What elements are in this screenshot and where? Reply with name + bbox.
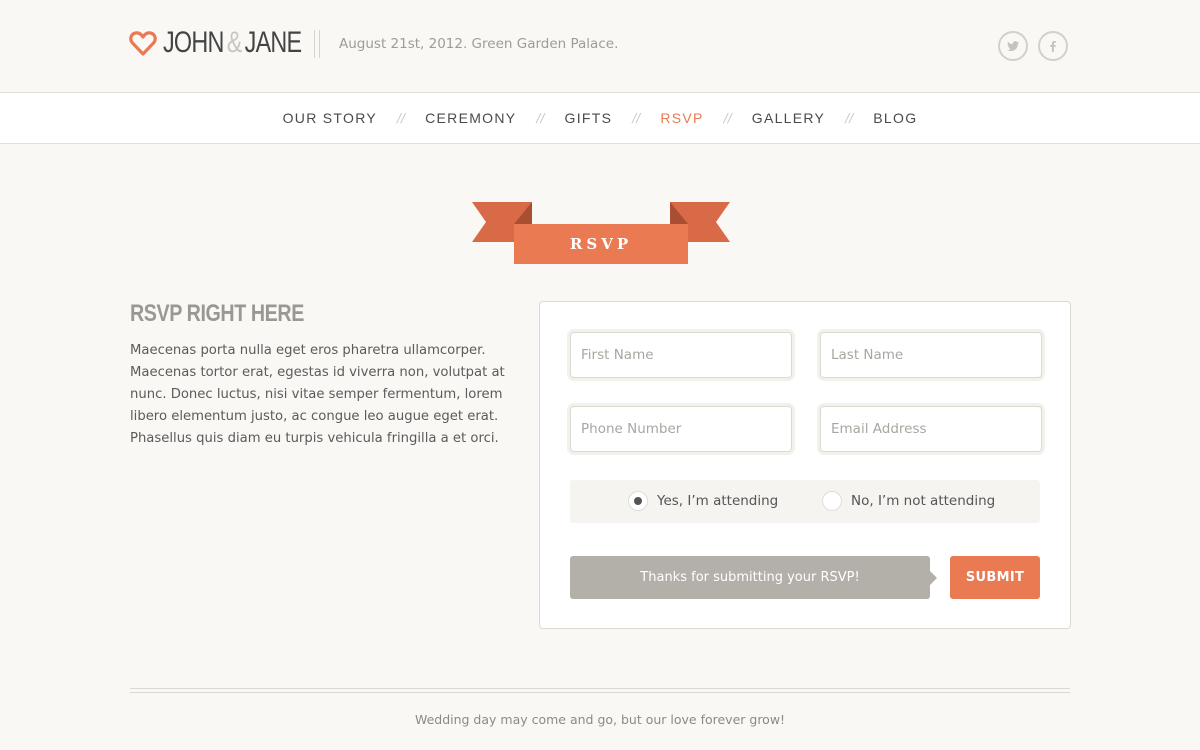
nav-item-rsvp[interactable]: RSVP — [660, 110, 703, 126]
nav-list: OUR STORY // CEREMONY // GIFTS // RSVP /… — [0, 93, 1200, 143]
heart-icon — [129, 31, 157, 56]
last-name-input[interactable] — [820, 332, 1042, 378]
attending-yes-option[interactable]: Yes, I’m attending — [628, 491, 778, 511]
logo-name-left: JOHN — [163, 26, 224, 59]
facebook-button[interactable] — [1038, 31, 1068, 61]
ribbon-label: RSVP — [569, 235, 633, 253]
rsvp-form: Yes, I’m attending No, I’m not attending… — [539, 301, 1071, 629]
main-nav: OUR STORY // CEREMONY // GIFTS // RSVP /… — [0, 92, 1200, 144]
rsvp-description: Maecenas porta nulla eget eros pharetra … — [130, 343, 505, 446]
submit-button[interactable]: SUBMIT — [950, 556, 1040, 599]
logo-text: JOHN & JANE — [163, 26, 302, 60]
attending-yes-label: Yes, I’m attending — [657, 493, 779, 509]
site-logo[interactable]: JOHN & JANE — [129, 26, 340, 60]
nav-separator: // — [397, 111, 406, 125]
nav-item-gifts[interactable]: GIFTS — [565, 110, 613, 126]
email-input[interactable] — [820, 406, 1042, 452]
twitter-button[interactable] — [998, 31, 1028, 61]
nav-separator: // — [632, 111, 641, 125]
rsvp-heading: RSVP RIGHT HERE — [130, 300, 304, 327]
status-message: Thanks for submitting your RSVP! — [570, 556, 937, 599]
header-tagline: August 21st, 2012. Green Garden Palace. — [339, 36, 619, 52]
header-divider — [314, 30, 320, 58]
nav-item-gallery[interactable]: GALLERY — [752, 110, 825, 126]
phone-input[interactable] — [570, 406, 792, 452]
nav-separator: // — [536, 111, 545, 125]
nav-item-our-story[interactable]: OUR STORY — [283, 110, 377, 126]
attending-no-option[interactable]: No, I’m not attending — [822, 491, 995, 511]
nav-item-ceremony[interactable]: CEREMONY — [425, 110, 516, 126]
attending-no-label: No, I’m not attending — [851, 493, 996, 509]
attending-yes-radio[interactable] — [628, 491, 648, 511]
nav-item-blog[interactable]: BLOG — [873, 110, 917, 126]
twitter-icon — [1007, 41, 1020, 52]
footer-divider — [130, 688, 1070, 693]
logo-ampersand: & — [226, 26, 243, 59]
nav-separator: // — [845, 111, 854, 125]
section-ribbon: RSVP — [472, 202, 730, 264]
facebook-icon — [1050, 41, 1056, 52]
logo-name-right: JANE — [244, 26, 302, 59]
attendance-radio-group: Yes, I’m attending No, I’m not attending — [570, 480, 1040, 523]
attending-no-radio[interactable] — [822, 491, 842, 511]
site-header: JOHN & JANE August 21st, 2012. Green Garde… — [0, 0, 1200, 92]
footer-text: Wedding day may come and go, but our lov… — [414, 712, 786, 727]
nav-separator: // — [723, 111, 732, 125]
first-name-input[interactable] — [570, 332, 792, 378]
